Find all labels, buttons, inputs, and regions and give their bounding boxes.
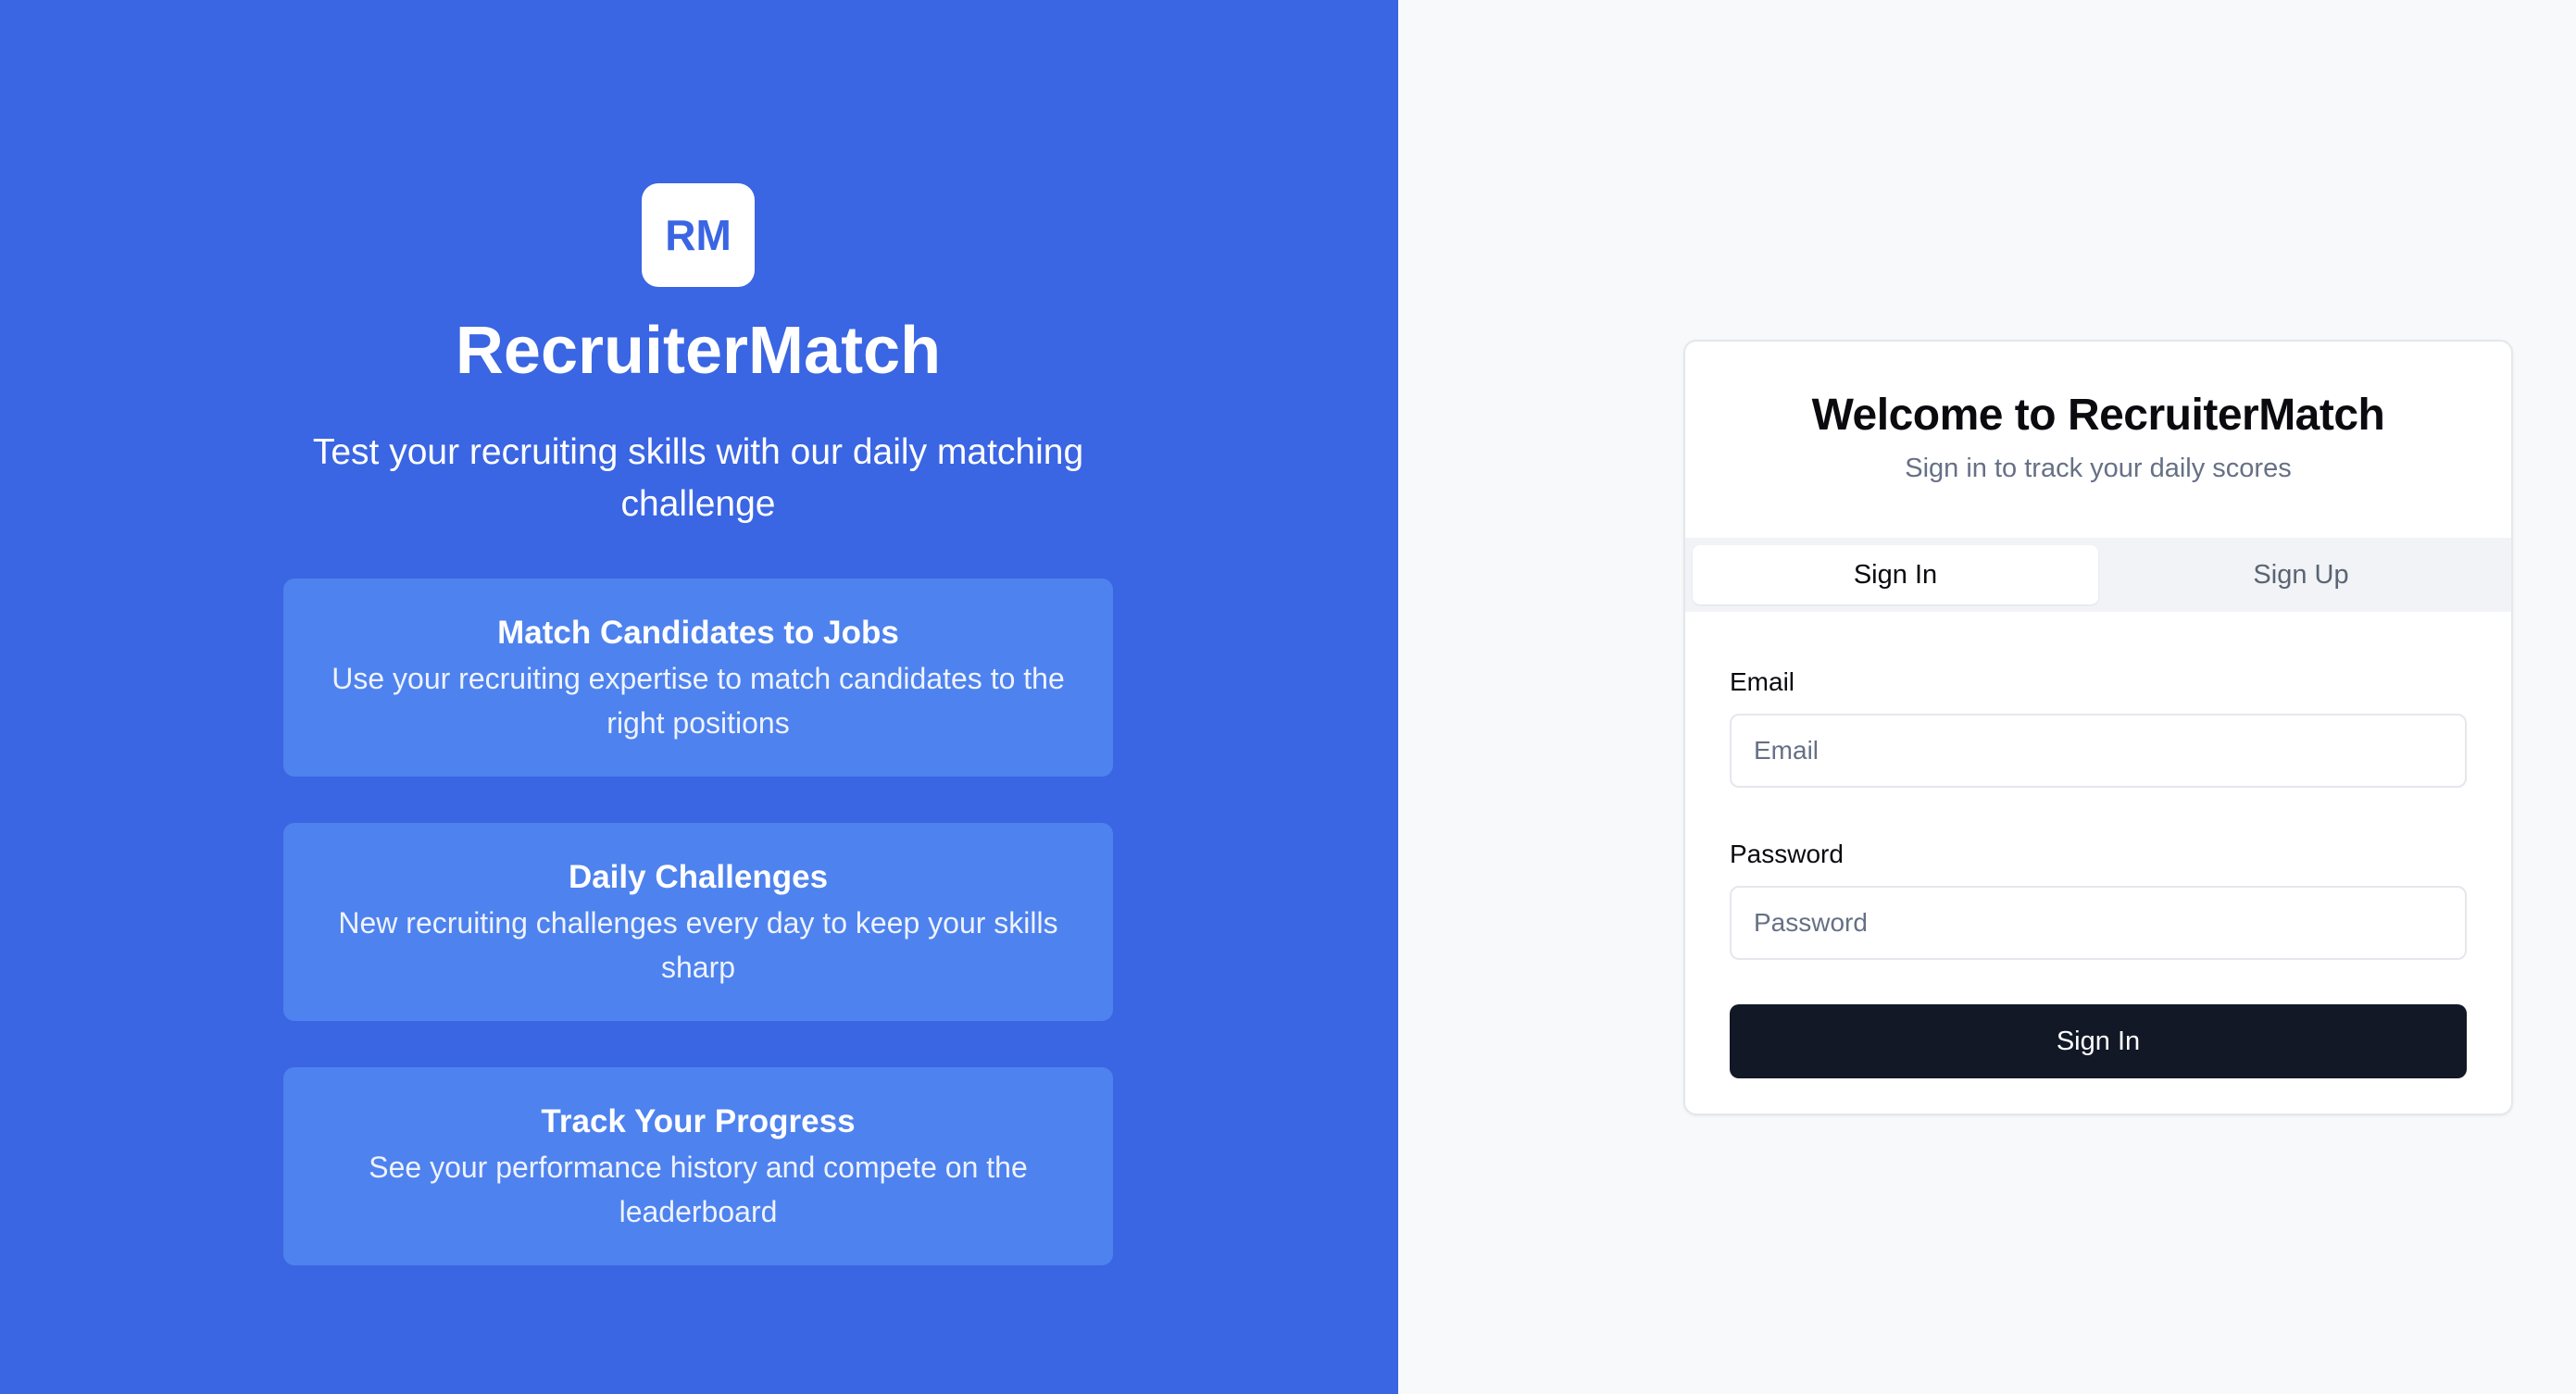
feature-card-daily: Daily Challenges New recruiting challeng… bbox=[283, 823, 1113, 1022]
field-spacer bbox=[1730, 788, 2467, 836]
auth-card: Welcome to RecruiterMatch Sign in to tra… bbox=[1683, 340, 2513, 1115]
page: RM RecruiterMatch Test your recruiting s… bbox=[0, 0, 2576, 1394]
feature-card-progress: Track Your Progress See your performance… bbox=[283, 1067, 1113, 1266]
logo-badge: RM bbox=[642, 183, 755, 287]
brand-tagline: Test your recruiting skills with our dai… bbox=[312, 432, 1084, 525]
tab-sign-in[interactable]: Sign In bbox=[1693, 545, 2098, 604]
auth-title: Welcome to RecruiterMatch bbox=[1811, 391, 2385, 440]
feature-description: See your performance history and compete… bbox=[369, 1151, 1028, 1229]
hero-content: RM RecruiterMatch Test your recruiting s… bbox=[283, 183, 1113, 1266]
tab-sign-up[interactable]: Sign Up bbox=[2098, 545, 2504, 604]
email-input[interactable] bbox=[1730, 714, 2467, 788]
sign-in-form: Email Password Sign In bbox=[1730, 664, 2467, 1078]
password-input[interactable] bbox=[1730, 886, 2467, 960]
auth-tabs: Sign In Sign Up bbox=[1685, 538, 2511, 612]
feature-title: Match Candidates to Jobs bbox=[497, 615, 899, 652]
feature-title: Track Your Progress bbox=[541, 1103, 856, 1140]
auth-panel: Welcome to RecruiterMatch Sign in to tra… bbox=[1398, 0, 2576, 1394]
feature-card-match: Match Candidates to Jobs Use your recrui… bbox=[283, 579, 1113, 778]
feature-description: New recruiting challenges every day to k… bbox=[338, 906, 1058, 985]
auth-subtitle: Sign in to track your daily scores bbox=[1905, 454, 2292, 483]
feature-title: Daily Challenges bbox=[568, 859, 829, 896]
feature-description: Use your recruiting expertise to match c… bbox=[331, 662, 1065, 741]
sign-in-button[interactable]: Sign In bbox=[1730, 1004, 2467, 1078]
password-label: Password bbox=[1730, 840, 1844, 868]
brand-title: RecruiterMatch bbox=[455, 314, 942, 388]
hero-panel: RM RecruiterMatch Test your recruiting s… bbox=[0, 0, 1398, 1394]
email-label: Email bbox=[1730, 667, 1795, 696]
